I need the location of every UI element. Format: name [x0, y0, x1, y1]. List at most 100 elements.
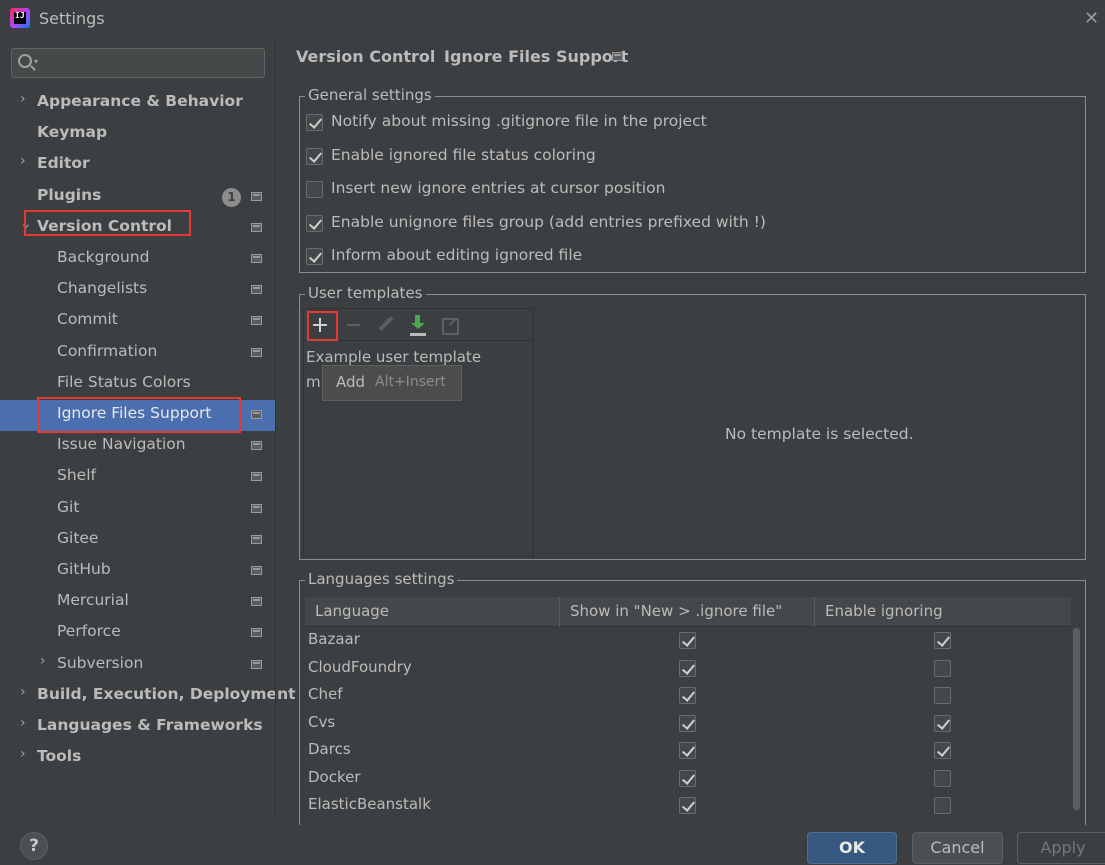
sidebar-item-appearance-behavior[interactable]: › Appearance & Behavior — [0, 88, 275, 119]
sidebar-item-confirmation[interactable]: Confirmation — [0, 338, 275, 369]
option-checkbox[interactable] — [306, 114, 323, 131]
show-in-new-checkbox[interactable] — [679, 714, 696, 732]
option-checkbox[interactable] — [306, 147, 323, 165]
sidebar-item-changelists[interactable]: Changelists — [0, 275, 275, 306]
column-header-enable[interactable]: Enable ignoring — [815, 597, 1071, 627]
breadcrumb-parent[interactable]: Version Control — [296, 47, 435, 66]
sidebar-item-label: Commit — [57, 310, 118, 329]
tooltip-label: Add — [336, 373, 366, 391]
enable-ignoring-checkbox[interactable] — [934, 632, 951, 649]
sidebar-item-editor[interactable]: › Editor — [0, 150, 275, 181]
project-level-icon — [251, 347, 262, 357]
table-row[interactable]: Docker — [305, 765, 1071, 793]
sidebar-item-label: Editor — [37, 154, 90, 173]
sidebar-item-file-status-colors[interactable]: File Status Colors — [0, 369, 275, 400]
sidebar-item-label: Appearance & Behavior — [37, 92, 243, 110]
table-row[interactable]: Cvs — [305, 710, 1071, 738]
sidebar-item-shelf[interactable]: Shelf — [0, 462, 275, 493]
sidebar-item-gitee[interactable]: Gitee — [0, 525, 275, 556]
cancel-button[interactable]: Cancel — [912, 832, 1003, 864]
table-row[interactable]: ElasticBeanstalk — [305, 792, 1071, 819]
enable-ignoring-checkbox[interactable] — [934, 714, 951, 732]
option-label: Notify about missing .gitignore file in … — [331, 112, 707, 130]
splitter[interactable] — [275, 38, 276, 818]
template-list-item[interactable]: m — [306, 373, 321, 391]
language-name: Cvs — [308, 712, 336, 731]
show-in-new-checkbox[interactable] — [679, 632, 696, 649]
option-checkbox[interactable] — [306, 214, 323, 232]
collapsed-arrow-icon[interactable]: › — [40, 653, 46, 669]
sidebar-item-label: Build, Execution, Deployment — [37, 684, 296, 703]
export-template-button[interactable] — [438, 313, 462, 337]
languages-settings-title: Languages settings — [305, 570, 458, 588]
project-level-icon — [251, 472, 262, 482]
sidebar-item-commit[interactable]: Commit — [0, 306, 275, 337]
enable-ignoring-checkbox[interactable] — [934, 742, 951, 759]
show-in-new-checkbox[interactable] — [679, 742, 696, 759]
enable-ignoring-checkbox[interactable] — [934, 797, 951, 814]
option-checkbox[interactable] — [306, 248, 323, 266]
collapsed-arrow-icon[interactable]: › — [20, 746, 26, 762]
settings-search-input[interactable]: ▾ — [11, 48, 265, 78]
add-tooltip: Add Alt+Insert — [322, 365, 462, 401]
table-scrollbar-thumb[interactable] — [1073, 628, 1080, 810]
show-in-new-checkbox[interactable] — [679, 769, 696, 787]
ok-button[interactable]: OK — [807, 832, 897, 864]
close-icon[interactable]: ✕ — [1084, 8, 1099, 29]
table-row[interactable]: Darcs — [305, 737, 1071, 765]
sidebar-item-languages-frameworks[interactable]: › Languages & Frameworks — [0, 712, 275, 743]
sidebar-item-subversion[interactable]: › Subversion — [0, 650, 275, 681]
project-level-icon — [251, 254, 262, 263]
sidebar-item-perforce[interactable]: Perforce — [0, 618, 275, 649]
sidebar-item-issue-navigation[interactable]: Issue Navigation — [0, 431, 275, 462]
sidebar-item-label: Background — [57, 248, 150, 266]
language-name: Darcs — [308, 740, 351, 758]
sidebar-item-keymap[interactable]: Keymap — [0, 119, 275, 150]
table-row[interactable]: CloudFoundry — [305, 655, 1071, 683]
highlight-box — [37, 397, 241, 433]
sidebar-item-label: Gitee — [57, 528, 99, 547]
sidebar-item-tools[interactable]: › Tools — [0, 743, 275, 774]
show-in-new-checkbox[interactable] — [679, 687, 696, 704]
collapsed-arrow-icon[interactable]: › — [20, 153, 26, 169]
template-list[interactable]: Example user template m Add Alt+Insert — [303, 308, 534, 557]
edit-template-button[interactable] — [374, 313, 398, 337]
collapsed-arrow-icon[interactable]: › — [20, 91, 26, 107]
user-templates-title: User templates — [305, 284, 426, 302]
sidebar-item-plugins[interactable]: Plugins 1 — [0, 182, 275, 213]
highlight-box — [24, 209, 191, 236]
enable-ignoring-checkbox[interactable] — [934, 769, 951, 787]
project-level-icon — [251, 285, 262, 295]
enable-ignoring-checkbox[interactable] — [934, 687, 951, 704]
collapsed-arrow-icon[interactable]: › — [20, 684, 26, 700]
column-header-language[interactable]: Language — [305, 597, 559, 627]
sidebar-item-git[interactable]: Git — [0, 494, 275, 525]
remove-template-button[interactable] — [342, 313, 366, 337]
project-level-icon — [251, 628, 262, 638]
show-in-new-checkbox[interactable] — [679, 659, 696, 677]
sidebar-item-label: Languages & Frameworks — [37, 716, 263, 734]
language-name: CloudFoundry — [308, 657, 412, 676]
table-row[interactable]: Bazaar — [305, 627, 1071, 655]
general-settings-group: General settings Notify about missing .g… — [299, 86, 1086, 273]
project-level-icon — [251, 410, 262, 419]
languages-table[interactable]: Language Show in "New > .ignore file" En… — [305, 597, 1081, 819]
table-row[interactable]: Chef — [305, 682, 1071, 710]
sidebar-item-github[interactable]: GitHub — [0, 556, 275, 587]
template-list-item[interactable]: Example user template — [306, 348, 481, 366]
sidebar-item-label: Subversion — [57, 653, 144, 672]
sidebar-item-build-execution-deployment[interactable]: › Build, Execution, Deployment — [0, 681, 296, 712]
sidebar-item-background[interactable]: Background — [0, 244, 275, 275]
project-level-icon — [251, 222, 262, 232]
search-icon — [18, 54, 32, 68]
enable-ignoring-checkbox[interactable] — [934, 659, 951, 677]
collapsed-arrow-icon[interactable]: › — [20, 715, 26, 731]
sidebar-item-mercurial[interactable]: Mercurial — [0, 587, 275, 618]
option-checkbox[interactable] — [306, 181, 323, 199]
sidebar-item-label: File Status Colors — [57, 372, 191, 391]
apply-button[interactable]: Apply — [1017, 832, 1105, 864]
project-level-icon — [251, 534, 262, 544]
help-button[interactable]: ? — [20, 832, 48, 860]
show-in-new-checkbox[interactable] — [679, 797, 696, 814]
column-header-show[interactable]: Show in "New > .ignore file" — [560, 597, 814, 627]
